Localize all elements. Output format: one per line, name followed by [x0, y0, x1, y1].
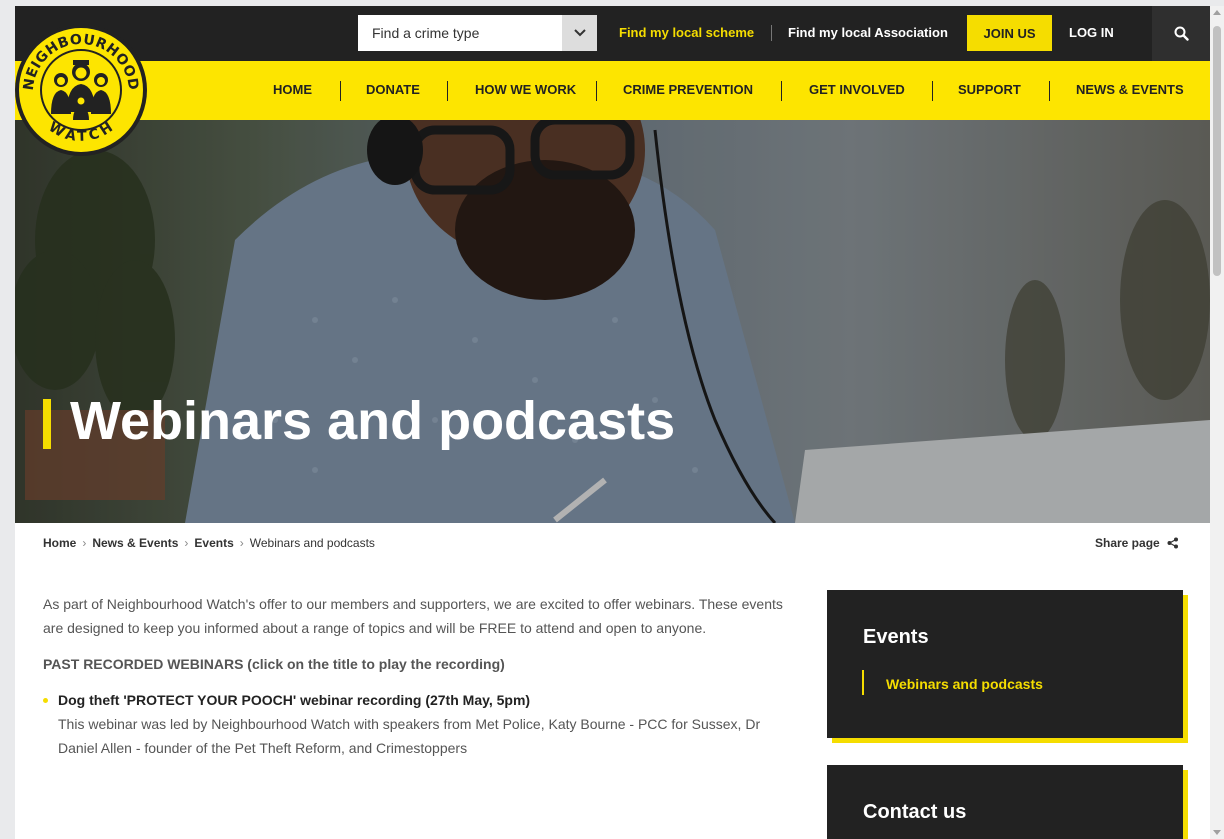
find-local-scheme-link[interactable]: Find my local scheme: [619, 25, 754, 40]
share-page-label: Share page: [1095, 536, 1160, 550]
scroll-up-arrow[interactable]: [1213, 10, 1221, 15]
chevron-down-icon[interactable]: [562, 15, 597, 51]
neighbourhood-watch-logo[interactable]: NEIGHBOURHOOD WATCH: [15, 20, 151, 160]
nav-divider: [447, 81, 448, 101]
breadcrumb-current: Webinars and podcasts: [249, 536, 375, 550]
search-button[interactable]: [1152, 6, 1210, 61]
crime-type-select[interactable]: Find a crime type: [358, 15, 597, 51]
nav-divider: [340, 81, 341, 101]
title-accent-bar: [43, 399, 51, 449]
browser-viewport: Find a crime type Find my local scheme F…: [15, 6, 1210, 839]
nav-divider: [781, 81, 782, 101]
contact-sidebar-panel: Contact us: [827, 765, 1183, 839]
log-in-link[interactable]: LOG IN: [1069, 25, 1114, 40]
breadcrumb-separator: ›: [239, 536, 244, 550]
hero-photo-person-with-headphones: [15, 120, 1210, 523]
nav-divider: [596, 81, 597, 101]
find-local-association-link[interactable]: Find my local Association: [788, 25, 948, 40]
nav-support[interactable]: SUPPORT: [958, 82, 1021, 97]
active-item-indicator: [862, 670, 864, 695]
scroll-thumb[interactable]: [1213, 26, 1221, 276]
scroll-down-arrow[interactable]: [1213, 830, 1221, 835]
page-title: Webinars and podcasts: [70, 391, 676, 451]
nav-home[interactable]: HOME: [273, 82, 312, 97]
events-sidebar-panel: Events Webinars and podcasts: [827, 590, 1183, 738]
share-icon: [1167, 537, 1179, 549]
bullet-icon: [43, 698, 48, 703]
sidebar-item-webinars-and-podcasts[interactable]: Webinars and podcasts: [886, 676, 1043, 692]
breadcrumb-news-events[interactable]: News & Events: [92, 536, 178, 550]
nav-get-involved[interactable]: GET INVOLVED: [809, 82, 905, 97]
join-us-button[interactable]: JOIN US: [967, 15, 1052, 51]
breadcrumb-events[interactable]: Events: [194, 536, 233, 550]
search-icon: [1174, 26, 1189, 41]
nav-donate[interactable]: DONATE: [366, 82, 420, 97]
nav-divider: [1049, 81, 1050, 101]
breadcrumb-separator: ›: [82, 536, 87, 550]
breadcrumb-separator: ›: [184, 536, 189, 550]
intro-paragraph: As part of Neighbourhood Watch's offer t…: [43, 596, 783, 636]
past-webinars-heading: PAST RECORDED WEBINARS (click on the tit…: [43, 656, 505, 672]
webinar-recording-link[interactable]: Dog theft 'PROTECT YOUR POOCH' webinar r…: [58, 688, 803, 712]
events-panel-title: Events: [863, 626, 929, 648]
nav-news-events[interactable]: NEWS & EVENTS: [1076, 82, 1184, 97]
nav-how-we-work[interactable]: HOW WE WORK: [475, 82, 576, 97]
contact-panel-title: Contact us: [863, 801, 967, 823]
page-scrollbar[interactable]: [1210, 6, 1224, 839]
webinar-description: This webinar was led by Neighbourhood Wa…: [58, 716, 761, 756]
share-page-button[interactable]: Share page: [1095, 536, 1179, 550]
crime-type-placeholder: Find a crime type: [372, 25, 480, 41]
nav-divider: [932, 81, 933, 101]
hero-banner: Webinars and podcasts: [15, 120, 1210, 523]
utility-bar: Find a crime type Find my local scheme F…: [15, 6, 1210, 61]
breadcrumb: Home › News & Events › Events › Webinars and p…: [43, 536, 375, 550]
breadcrumb-home[interactable]: Home: [43, 536, 76, 550]
main-navigation: HOME DONATE HOW WE WORK CRIME PREVENTION…: [15, 61, 1210, 120]
list-item: Dog theft 'PROTECT YOUR POOCH' webinar r…: [43, 688, 803, 760]
nav-crime-prevention[interactable]: CRIME PREVENTION: [623, 82, 753, 97]
main-content: As part of Neighbourhood Watch's offer t…: [43, 592, 803, 760]
top-divider: [771, 25, 772, 41]
